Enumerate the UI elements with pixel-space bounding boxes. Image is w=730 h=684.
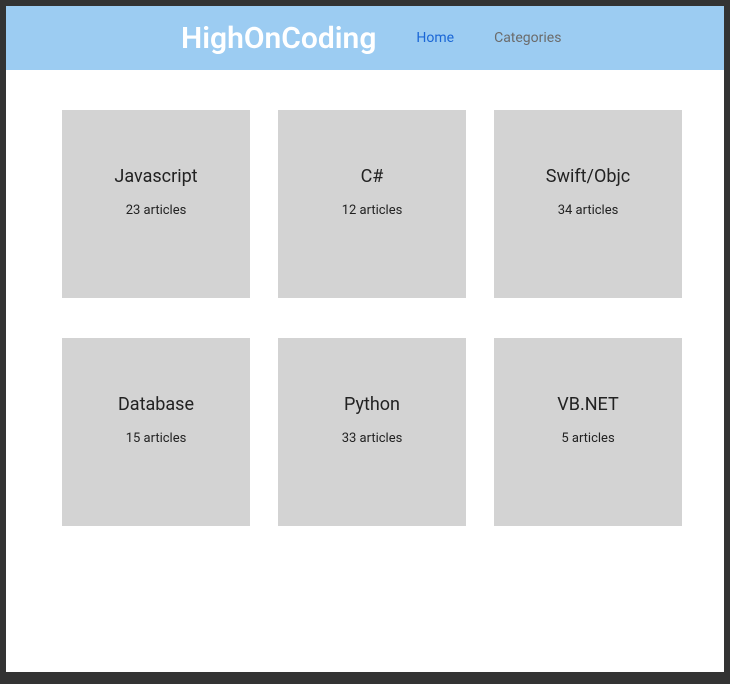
nav-home[interactable]: Home — [416, 30, 454, 46]
card-subtitle: 34 articles — [558, 203, 619, 218]
header: HighOnCoding Home Categories — [6, 6, 724, 70]
category-card-csharp[interactable]: C# 12 articles — [278, 110, 466, 298]
category-card-python[interactable]: Python 33 articles — [278, 338, 466, 526]
category-card-javascript[interactable]: Javascript 23 articles — [62, 110, 250, 298]
card-subtitle: 15 articles — [126, 431, 187, 446]
card-subtitle: 12 articles — [342, 203, 403, 218]
card-title: C# — [361, 166, 384, 187]
card-title: Javascript — [114, 166, 197, 187]
card-subtitle: 5 articles — [561, 431, 614, 446]
page-frame: HighOnCoding Home Categories Javascript … — [6, 6, 724, 672]
card-subtitle: 23 articles — [126, 203, 187, 218]
category-card-swift-objc[interactable]: Swift/Objc 34 articles — [494, 110, 682, 298]
nav: Home Categories — [416, 30, 561, 46]
card-title: Swift/Objc — [546, 166, 630, 187]
card-title: VB.NET — [557, 394, 618, 415]
card-title: Python — [344, 394, 400, 415]
brand-title: HighOnCoding — [181, 21, 376, 56]
nav-categories[interactable]: Categories — [494, 30, 561, 46]
card-title: Database — [118, 394, 194, 415]
card-subtitle: 33 articles — [342, 431, 403, 446]
category-card-database[interactable]: Database 15 articles — [62, 338, 250, 526]
category-grid: Javascript 23 articles C# 12 articles Sw… — [6, 70, 724, 566]
category-card-vbnet[interactable]: VB.NET 5 articles — [494, 338, 682, 526]
